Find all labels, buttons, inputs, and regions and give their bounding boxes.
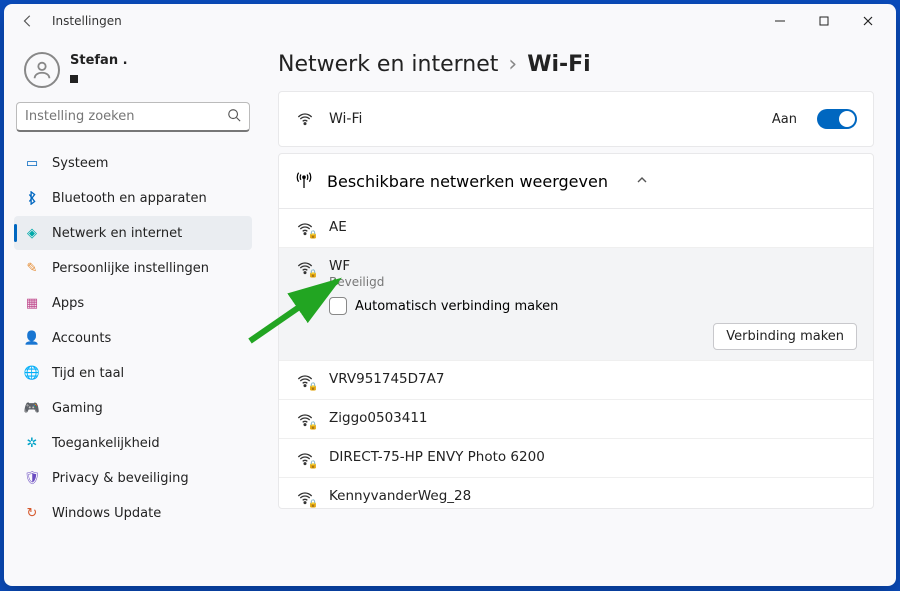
wifi-secure-icon: 🔒 xyxy=(295,371,315,389)
auto-connect-label: Automatisch verbinding maken xyxy=(355,299,558,314)
settings-window: Instellingen Stefan . xyxy=(4,4,896,586)
auto-connect-row[interactable]: Automatisch verbinding maken xyxy=(329,297,857,315)
wifi-secure-icon: 🔒 xyxy=(295,258,315,276)
available-networks-header[interactable]: Beschikbare netwerken weergeven xyxy=(279,154,873,208)
network-item[interactable]: 🔒 VRV951745D7A7 xyxy=(279,360,873,399)
personalization-icon: ✎ xyxy=(24,260,40,276)
network-item[interactable]: 🔒 DIRECT-75-HP ENVY Photo 6200 xyxy=(279,438,873,477)
search-box[interactable] xyxy=(16,102,250,132)
nav-list: ▭ Systeem Bluetooth en apparaten ◈ Netwerk… xyxy=(14,146,252,530)
time-icon: 🌐 xyxy=(24,365,40,381)
sidebar-item-system[interactable]: ▭ Systeem xyxy=(14,146,252,180)
available-networks-panel: Beschikbare netwerken weergeven 🔒 AE 🔒 W… xyxy=(278,153,874,509)
sidebar-item-label: Accounts xyxy=(52,331,111,346)
sidebar-item-label: Privacy & beveiliging xyxy=(52,471,189,486)
main-panel: Netwerk en internet › Wi-Fi Wi-Fi Aan Be… xyxy=(262,38,896,586)
sidebar-item-time[interactable]: 🌐 Tijd en taal xyxy=(14,356,252,390)
profile-block[interactable]: Stefan . xyxy=(14,48,252,102)
wifi-toggle-switch[interactable] xyxy=(817,109,857,129)
sidebar-item-accounts[interactable]: 👤 Accounts xyxy=(14,321,252,355)
sidebar-item-update[interactable]: ↻ Windows Update xyxy=(14,496,252,530)
wifi-toggle-state: Aan xyxy=(772,112,797,127)
network-name: VRV951745D7A7 xyxy=(329,371,444,387)
bluetooth-icon xyxy=(24,190,40,206)
network-name: DIRECT-75-HP ENVY Photo 6200 xyxy=(329,449,545,465)
network-status: Beveiligd xyxy=(329,275,857,289)
sidebar: Stefan . ▭ Systeem Bluetooth en apparaten… xyxy=(4,38,262,586)
network-list[interactable]: 🔒 AE 🔒 WF Beveiligd Automatisch verbindi… xyxy=(279,208,873,508)
sidebar-item-label: Systeem xyxy=(52,156,108,171)
minimize-button[interactable] xyxy=(758,6,802,36)
network-name: AE xyxy=(329,219,347,235)
apps-icon: ▦ xyxy=(24,295,40,311)
network-icon: ◈ xyxy=(24,225,40,241)
sidebar-item-personalization[interactable]: ✎ Persoonlijke instellingen xyxy=(14,251,252,285)
chevron-up-icon xyxy=(636,174,648,189)
breadcrumb-current: Wi-Fi xyxy=(527,52,591,77)
gaming-icon: 🎮 xyxy=(24,400,40,416)
sidebar-item-label: Netwerk en internet xyxy=(52,226,182,241)
network-name: KennyvanderWeg_28 xyxy=(329,488,471,504)
sidebar-item-apps[interactable]: ▦ Apps xyxy=(14,286,252,320)
wifi-secure-icon: 🔒 xyxy=(295,410,315,428)
breadcrumb: Netwerk en internet › Wi-Fi xyxy=(278,52,874,77)
wifi-icon xyxy=(295,111,315,127)
sidebar-item-gaming[interactable]: 🎮 Gaming xyxy=(14,391,252,425)
accounts-icon: 👤 xyxy=(24,330,40,346)
network-item[interactable]: 🔒 KennyvanderWeg_28 xyxy=(279,477,873,508)
breadcrumb-parent[interactable]: Netwerk en internet xyxy=(278,52,498,77)
sidebar-item-label: Persoonlijke instellingen xyxy=(52,261,209,276)
profile-status-icon xyxy=(70,75,78,83)
network-item-selected[interactable]: 🔒 WF Beveiligd Automatisch verbinding ma… xyxy=(279,247,873,360)
wifi-secure-icon: 🔒 xyxy=(295,449,315,467)
content-body: Stefan . ▭ Systeem Bluetooth en apparaten… xyxy=(4,38,896,586)
maximize-button[interactable] xyxy=(802,6,846,36)
avatar xyxy=(24,52,60,88)
system-icon: ▭ xyxy=(24,155,40,171)
network-item[interactable]: 🔒 Ziggo0503411 xyxy=(279,399,873,438)
sidebar-item-label: Gaming xyxy=(52,401,103,416)
antenna-icon xyxy=(295,169,313,193)
profile-name: Stefan . xyxy=(70,53,128,68)
wifi-secure-icon: 🔒 xyxy=(295,219,315,237)
sidebar-item-label: Windows Update xyxy=(52,506,161,521)
wifi-toggle-row[interactable]: Wi-Fi Aan xyxy=(279,92,873,146)
sidebar-item-label: Apps xyxy=(52,296,84,311)
sidebar-item-label: Toegankelijkheid xyxy=(52,436,160,451)
titlebar: Instellingen xyxy=(4,4,896,38)
sidebar-item-privacy[interactable]: 🛡 Privacy & beveiliging xyxy=(14,461,252,495)
wifi-toggle-label: Wi-Fi xyxy=(329,111,362,127)
search-input[interactable] xyxy=(25,109,227,124)
window-controls xyxy=(758,6,890,36)
back-button[interactable] xyxy=(14,14,42,28)
network-name: Ziggo0503411 xyxy=(329,410,428,426)
update-icon: ↻ xyxy=(24,505,40,521)
sidebar-item-network[interactable]: ◈ Netwerk en internet xyxy=(14,216,252,250)
auto-connect-checkbox[interactable] xyxy=(329,297,347,315)
chevron-right-icon: › xyxy=(508,52,517,77)
sidebar-item-label: Tijd en taal xyxy=(52,366,124,381)
wifi-toggle-panel: Wi-Fi Aan xyxy=(278,91,874,147)
close-button[interactable] xyxy=(846,6,890,36)
sidebar-item-label: Bluetooth en apparaten xyxy=(52,191,207,206)
network-name: WF xyxy=(329,258,857,274)
privacy-icon: 🛡 xyxy=(24,470,40,486)
sidebar-item-accessibility[interactable]: ✲ Toegankelijkheid xyxy=(14,426,252,460)
connect-button[interactable]: Verbinding maken xyxy=(713,323,857,350)
accessibility-icon: ✲ xyxy=(24,435,40,451)
window-title: Instellingen xyxy=(52,14,122,28)
wifi-secure-icon: 🔒 xyxy=(295,488,315,506)
search-icon xyxy=(227,107,241,126)
sidebar-item-bluetooth[interactable]: Bluetooth en apparaten xyxy=(14,181,252,215)
available-networks-label: Beschikbare netwerken weergeven xyxy=(327,172,608,191)
network-item[interactable]: 🔒 AE xyxy=(279,209,873,247)
